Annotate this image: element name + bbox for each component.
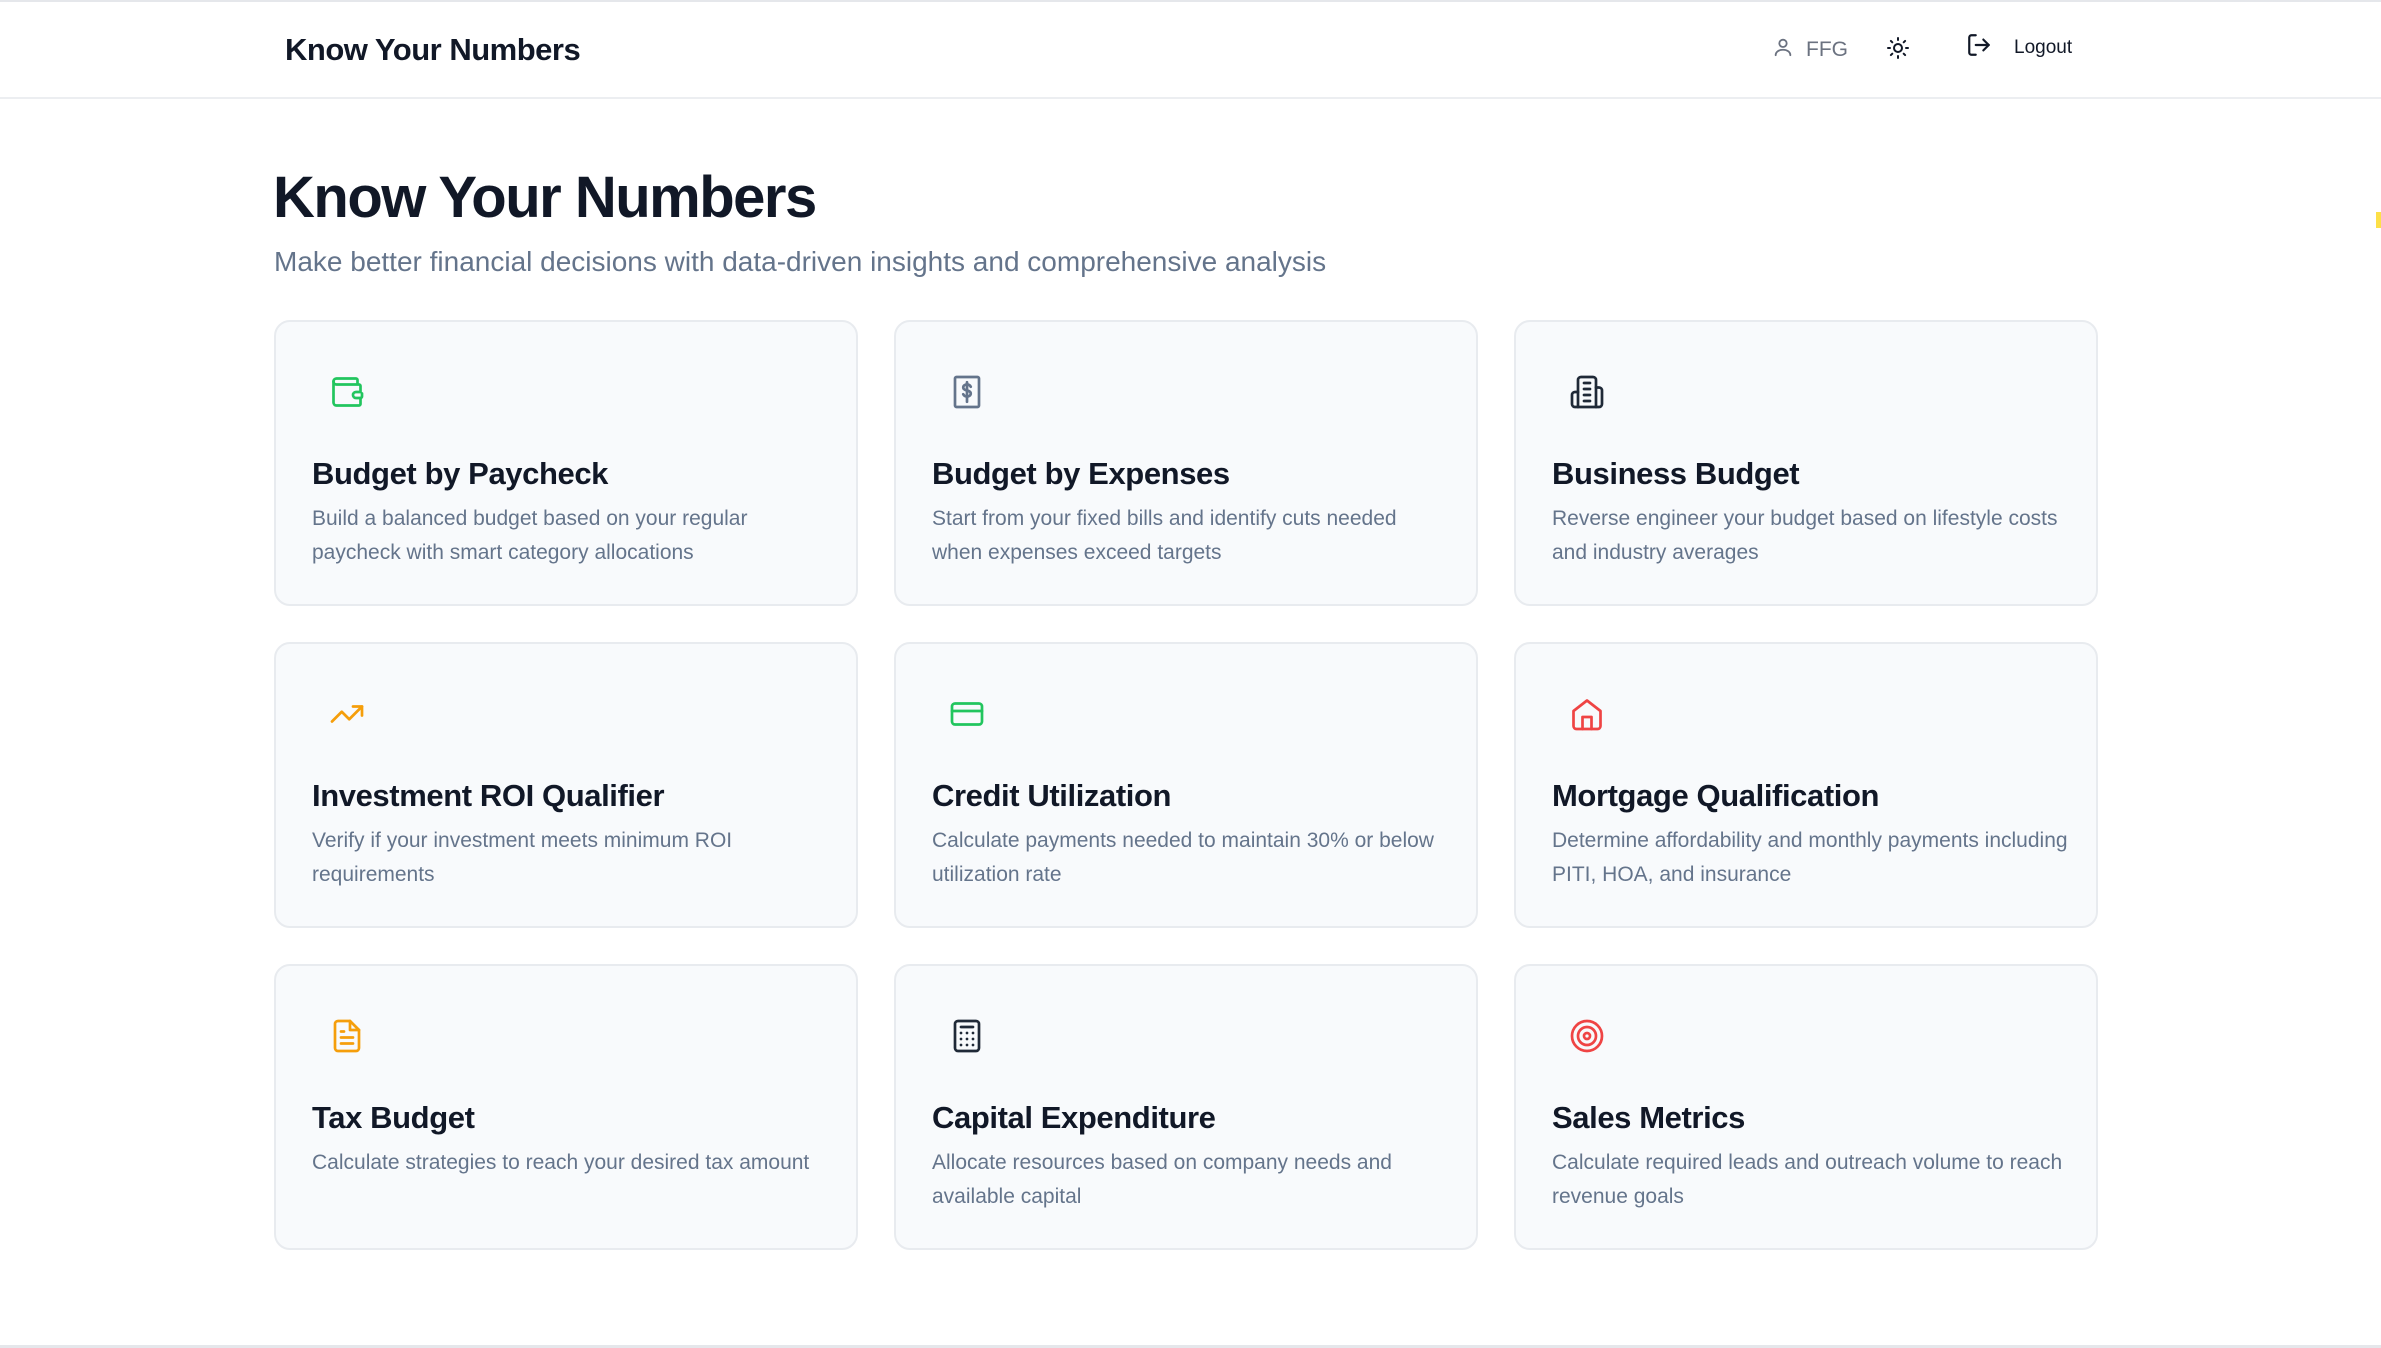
receipt-icon [949,374,985,410]
theme-toggle-button[interactable] [1884,36,1912,64]
card-description: Allocate resources based on company need… [932,1151,1392,1208]
card-description: Build a balanced budget based on your re… [312,507,748,564]
page-subtitle: Make better financial decisions with dat… [274,246,1327,277]
card-investment-roi-qualifier[interactable]: Investment ROI Qualifier Verify if your … [274,642,858,928]
card-mortgage-qualification[interactable]: Mortgage Qualification Determine afforda… [1514,642,2098,928]
card-budget-by-expenses[interactable]: Budget by Expenses Start from your fixed… [894,320,1478,606]
file-text-icon [329,1018,365,1054]
logout-label: Logout [2014,37,2073,58]
user-menu[interactable]: FFG [1772,36,1848,64]
target-icon [1569,1018,1605,1054]
card-title: Capital Expenditure [932,1100,1216,1135]
card-capital-expenditure[interactable]: Capital Expenditure Allocate resources b… [894,964,1478,1250]
card-title: Mortgage Qualification [1552,778,1880,813]
card-description: Calculate required leads and outreach vo… [1552,1151,2063,1208]
card-description: Verify if your investment meets minimum … [312,829,733,886]
calculator-icon [949,1018,985,1054]
brand-title[interactable]: Know Your Numbers [285,32,581,68]
wallet-icon [329,374,365,410]
user-icon [1772,36,1794,64]
card-title: Budget by Paycheck [312,456,609,491]
card-description: Start from your fixed bills and identify… [932,507,1397,564]
card-title: Credit Utilization [932,778,1172,813]
card-description: Calculate payments needed to maintain 30… [932,829,1434,886]
page-title: Know Your Numbers [273,165,817,230]
card-business-budget[interactable]: Business Budget Reverse engineer your bu… [1514,320,2098,606]
building-icon [1569,374,1605,410]
credit-card-icon [949,696,985,732]
sun-icon [1886,36,1910,65]
card-description: Calculate strategies to reach your desir… [312,1151,810,1174]
card-title: Business Budget [1552,456,1800,491]
card-description: Reverse engineer your budget based on li… [1552,507,2058,564]
page: Know Your Numbers FFG Logout Know Your N… [0,0,2381,1348]
logout-button[interactable]: Logout [1966,32,2072,64]
tool-cards-grid: Budget by Paycheck Build a balanced budg… [274,320,2099,1250]
card-title: Sales Metrics [1552,1100,1745,1135]
user-initials: FFG [1806,38,1848,61]
card-title: Investment ROI Qualifier [312,778,665,813]
card-sales-metrics[interactable]: Sales Metrics Calculate required leads a… [1514,964,2098,1250]
house-icon [1569,696,1605,732]
trending-up-icon [329,696,365,732]
card-budget-by-paycheck[interactable]: Budget by Paycheck Build a balanced budg… [274,320,858,606]
card-title: Budget by Expenses [932,456,1230,491]
card-credit-utilization[interactable]: Credit Utilization Calculate payments ne… [894,642,1478,928]
card-title: Tax Budget [312,1100,475,1135]
logout-icon [1966,32,1992,64]
app-header: Know Your Numbers FFG Logout [0,2,2381,99]
card-description: Determine affordability and monthly paym… [1552,829,2068,886]
cursor-highlight [2376,212,2381,228]
card-tax-budget[interactable]: Tax Budget Calculate strategies to reach… [274,964,858,1250]
